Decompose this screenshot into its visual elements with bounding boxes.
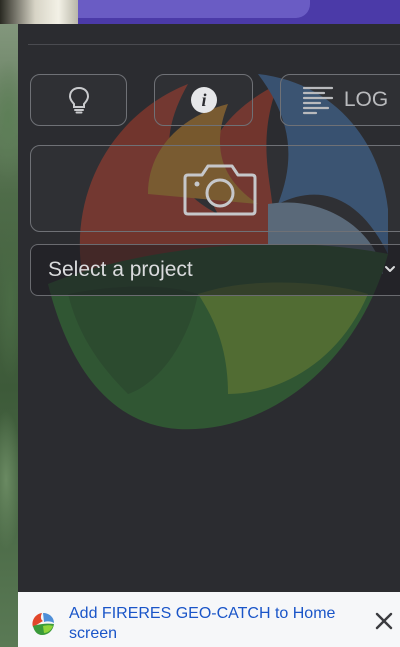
chevron-down-icon [385, 266, 395, 272]
thumbnail-image [0, 0, 78, 24]
install-banner-text[interactable]: Add FIRERES GEO-CATCH to Home screen [69, 604, 359, 644]
lightbulb-icon [68, 86, 89, 114]
close-icon[interactable] [372, 609, 396, 633]
info-button[interactable]: i [154, 74, 253, 126]
camera-icon [183, 164, 257, 215]
screen: i LOG Select a project Add FIRERES GEO-C… [0, 0, 400, 647]
install-banner[interactable]: Add FIRERES GEO-CATCH to Home screen [18, 592, 400, 647]
log-label: LOG [343, 88, 389, 111]
divider [28, 44, 400, 45]
log-lines-icon [302, 86, 333, 115]
main-panel: i LOG Select a project [18, 24, 400, 592]
project-select-value: Select a project [48, 258, 193, 281]
log-button[interactable]: LOG [280, 74, 400, 126]
camera-button[interactable] [30, 145, 400, 232]
info-glyph: i [201, 90, 206, 110]
app-logo-icon [32, 613, 54, 635]
top-bar [78, 0, 400, 24]
info-icon: i [190, 87, 217, 113]
tip-button[interactable] [30, 74, 127, 126]
project-select[interactable]: Select a project [30, 244, 400, 296]
top-bar-pill [78, 0, 310, 18]
